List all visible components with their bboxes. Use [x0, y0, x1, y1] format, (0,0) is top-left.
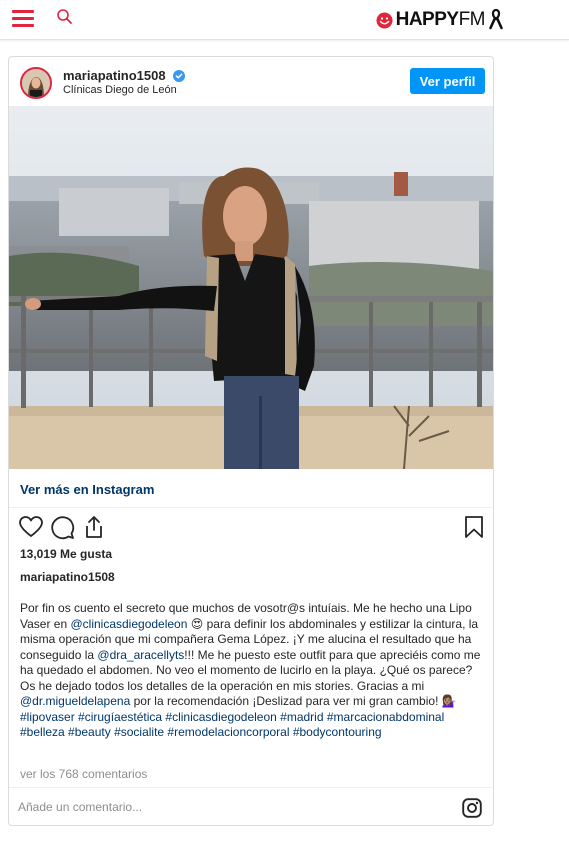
post-photo[interactable]: [9, 106, 493, 469]
divider: [9, 507, 493, 508]
comment-icon[interactable]: [49, 514, 75, 540]
comment-input[interactable]: [18, 795, 438, 819]
like-count[interactable]: 13,019 Me gusta: [20, 547, 112, 561]
post-actions: [9, 514, 493, 544]
emoji: 😍: [187, 616, 207, 631]
ribbon-icon: [489, 8, 503, 30]
heart-icon[interactable]: [18, 514, 44, 540]
site-header: HAPPYFM: [0, 0, 569, 40]
caption-username[interactable]: mariapatino1508: [20, 570, 115, 584]
instagram-embed: mariapatino1508 Clínicas Diego de León V…: [8, 56, 494, 826]
emoji: 💁🏽‍♀️: [441, 694, 457, 708]
happy-face-icon: [376, 12, 393, 28]
post-location[interactable]: Clínicas Diego de León: [63, 84, 177, 96]
verified-icon: [173, 70, 186, 82]
view-more-on-instagram-link[interactable]: Ver más en Instagram: [20, 482, 154, 497]
site-logo[interactable]: HAPPYFM: [376, 9, 486, 31]
instagram-icon[interactable]: [462, 798, 482, 818]
mention-link[interactable]: @dr.migueldelapena: [20, 694, 130, 708]
brand-name: HAPPYFM: [395, 9, 486, 30]
search-icon[interactable]: [56, 8, 74, 26]
mention-link[interactable]: @dra_aracellyts: [97, 648, 184, 662]
bookmark-icon[interactable]: [461, 514, 487, 540]
avatar[interactable]: [20, 67, 52, 99]
view-profile-button[interactable]: Ver perfil: [410, 68, 485, 94]
post-caption: Por fin os cuento el secreto que muchos …: [20, 601, 481, 740]
mention-link[interactable]: @clinicasdiegodeleon: [70, 617, 187, 631]
divider: [9, 787, 493, 788]
view-comments-link[interactable]: ver los 768 comentarios: [20, 767, 147, 781]
profile-username[interactable]: mariapatino1508: [63, 68, 186, 83]
menu-icon[interactable]: [12, 10, 34, 28]
hashtags[interactable]: #lipovaser #cirugíaestética #clinicasdie…: [20, 710, 444, 740]
post-header: mariapatino1508 Clínicas Diego de León V…: [9, 57, 493, 107]
share-icon[interactable]: [81, 514, 107, 540]
